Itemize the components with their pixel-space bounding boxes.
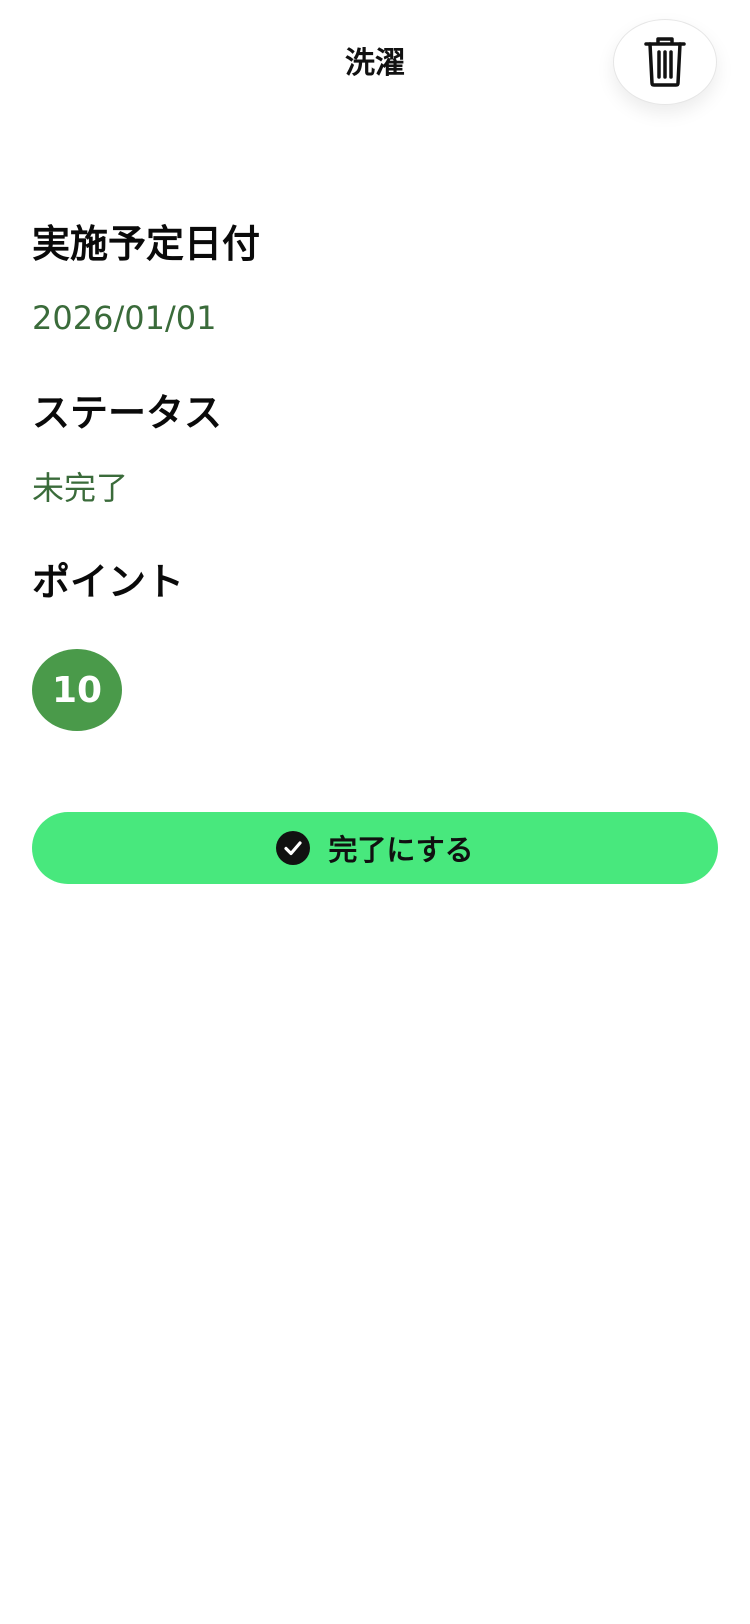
points-heading: ポイント	[32, 560, 185, 604]
status-value: 未完了	[32, 469, 129, 507]
points-badge: 10	[32, 649, 122, 731]
complete-button-label: 完了にする	[328, 833, 474, 867]
delete-button[interactable]	[613, 19, 717, 105]
date-value: 2026/01/01	[32, 299, 217, 337]
trash-icon	[644, 37, 686, 87]
check-circle-icon	[276, 831, 311, 865]
date-heading: 実施予定日付	[32, 222, 261, 266]
status-heading: ステータス	[32, 391, 223, 435]
complete-button[interactable]: 完了にする	[32, 812, 718, 884]
